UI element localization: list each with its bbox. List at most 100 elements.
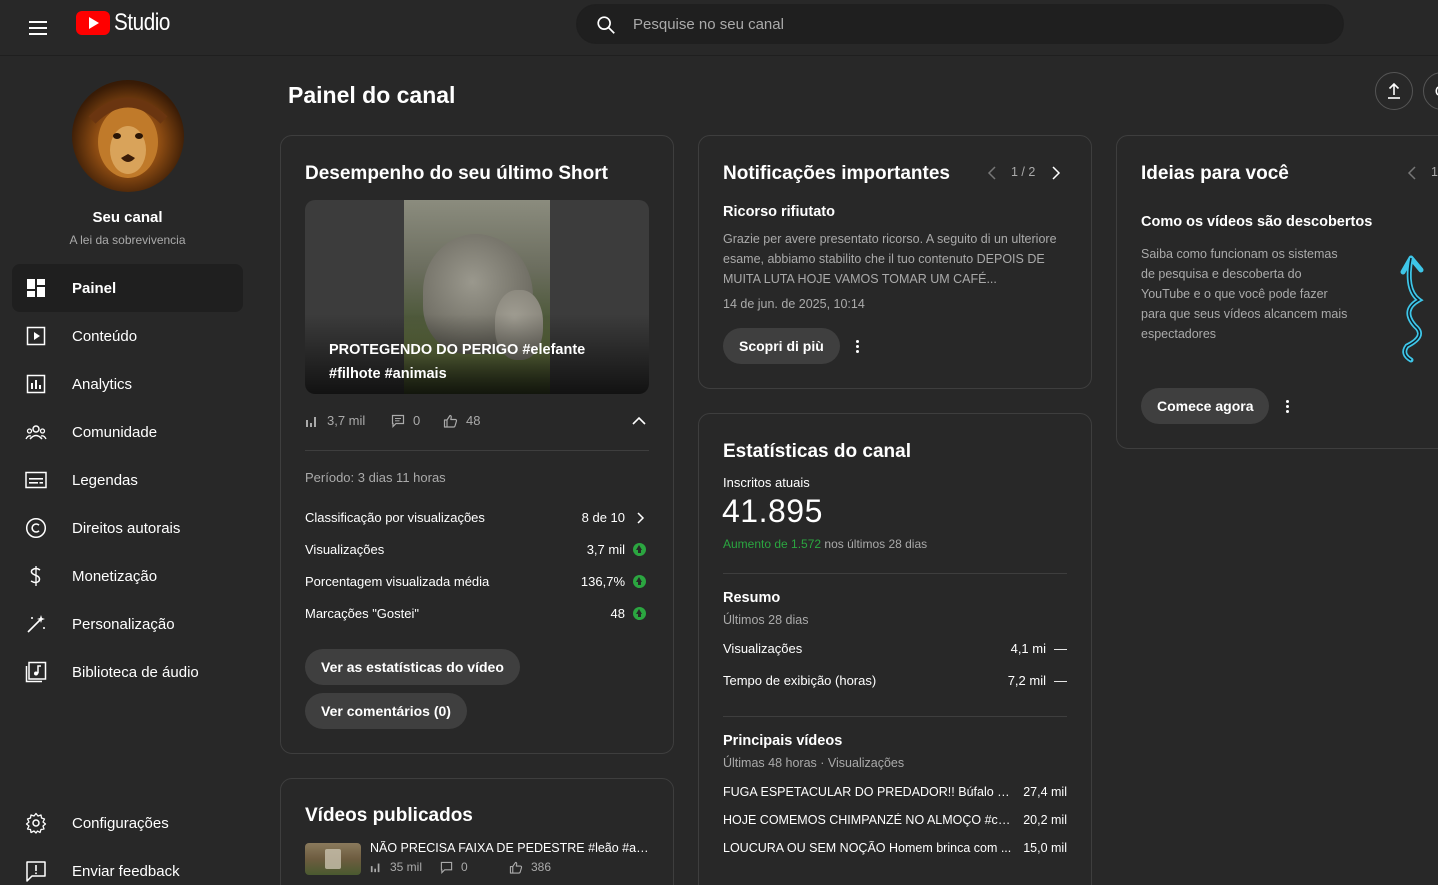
summary-value: 4,1 mi: [1010, 641, 1046, 656]
growth-highlight: Aumento de 1.572: [723, 537, 822, 551]
sidebar-item-label: Monetização: [72, 567, 158, 585]
subscribers-count: 41.895: [722, 493, 823, 529]
card-title: Estatísticas do canal: [723, 441, 911, 462]
discovery-illustration-icon: [1400, 255, 1424, 363]
likes-stat: 386: [509, 860, 551, 874]
notification-title: Ricorso rifiutato: [723, 204, 835, 220]
start-now-button[interactable]: Comece agora: [1141, 388, 1270, 424]
sidebar-item-legendas[interactable]: Legendas: [12, 456, 243, 504]
growth-rest: nos últimos 28 dias: [824, 537, 928, 551]
top-video-row[interactable]: LOUCURA OU SEM NOÇÃO Homem brinca com ..…: [723, 839, 1067, 859]
chevron-left-icon[interactable]: [985, 165, 999, 181]
learn-more-button[interactable]: Scopri di più: [723, 328, 840, 364]
more-options-icon[interactable]: [1275, 394, 1299, 418]
sidebar-item-label: Enviar feedback: [72, 862, 180, 880]
notification-date: 14 de jun. de 2025, 10:14: [723, 297, 865, 311]
sidebar-item-label: Comunidade: [72, 423, 158, 441]
card-title: Notificações importantes: [723, 163, 950, 184]
view-comments-button[interactable]: Ver comentários (0): [305, 693, 467, 729]
pager-text: 1: [1431, 165, 1438, 179]
top-video-views: 20,2 mil: [1023, 813, 1067, 827]
short-video-title: PROTEGENDO DO PERIGO #elefante #filhote …: [329, 342, 586, 382]
sidebar-item-direitos-autorais[interactable]: Direitos autorais: [12, 504, 243, 552]
metric-row-avg-viewed: Porcentagem visualizada média 136,7%: [305, 572, 649, 592]
chevron-left-icon[interactable]: [1405, 165, 1419, 181]
likes-value: 386: [531, 860, 552, 874]
sidebar: Seu canal A lei da sobrevivencia Painel …: [0, 57, 255, 885]
sidebar-item-monetizacao[interactable]: Monetização: [12, 552, 243, 600]
pager-text: 1 / 2: [1011, 165, 1036, 179]
top-video-title: HOJE COMEMOS CHIMPANZÉ NO ALMOÇO #ch...: [723, 813, 1013, 827]
sidebar-item-configuracoes[interactable]: Configurações: [12, 799, 243, 847]
trend-flat-icon: —: [1054, 673, 1067, 688]
subscribers-growth: Aumento de 1.572 nos últimos 28 dias: [723, 537, 927, 551]
comments-stat: 0: [440, 860, 468, 874]
idea-body: Saiba como funcionam os sistemas de pesq…: [1141, 247, 1348, 341]
comment-icon: [391, 414, 405, 428]
sidebar-item-personalizacao[interactable]: Personalização: [12, 600, 243, 648]
video-thumbnail[interactable]: [305, 843, 361, 875]
metric-label: Porcentagem visualizada média: [305, 574, 490, 589]
hamburger-menu-icon[interactable]: [18, 12, 58, 44]
channel-avatar[interactable]: [72, 80, 184, 192]
divider: [723, 573, 1067, 574]
metric-label: Marcações "Gostei": [305, 606, 419, 621]
channel-stats-card: Estatísticas do canal Inscritos atuais 4…: [698, 413, 1092, 885]
search-icon[interactable]: [595, 14, 617, 36]
sidebar-item-analytics[interactable]: Analytics: [12, 360, 243, 408]
sidebar-item-enviar-feedback[interactable]: Enviar feedback: [12, 847, 243, 885]
sidebar-item-label: Configurações: [72, 814, 169, 832]
upload-button[interactable]: [1375, 72, 1413, 110]
copyright-icon: [24, 516, 48, 540]
views-stat: 35 mil: [370, 860, 422, 874]
top-video-row[interactable]: HOJE COMEMOS CHIMPANZÉ NO ALMOÇO #ch... …: [723, 811, 1067, 831]
published-video-title[interactable]: NÃO PRECISA FAIXA DE PEDESTRE #leão #ani…: [370, 841, 652, 855]
chevron-right-icon: [637, 512, 645, 524]
top-video-views: 15,0 mil: [1023, 841, 1067, 855]
comments-value: 0: [461, 860, 468, 874]
metric-value: 8 de 10: [581, 510, 625, 525]
channel-subtitle: A lei da sobrevivencia: [69, 233, 186, 247]
metric-row-ranking[interactable]: Classificação por visualizações 8 de 10: [305, 508, 649, 528]
top-bar: Studio: [0, 0, 1438, 56]
short-thumbnail[interactable]: PROTEGENDO DO PERIGO #elefante #filhote …: [305, 200, 649, 394]
thumbs-up-icon: [443, 414, 458, 428]
analytics-icon: [24, 372, 48, 396]
search-input[interactable]: [633, 5, 1313, 43]
subtitles-icon: [24, 468, 48, 492]
sidebar-item-label: Painel: [72, 279, 117, 297]
sidebar-item-conteudo[interactable]: Conteúdo: [12, 312, 243, 360]
metric-value: 48: [610, 606, 625, 621]
search-bar: [576, 4, 1344, 44]
top-video-row[interactable]: FUGA ESPETACULAR DO PREDADOR!! Búfalo Cr…: [723, 783, 1067, 803]
views-value: 35 mil: [390, 860, 423, 874]
comments-stat: 0: [391, 413, 420, 428]
metric-row-likes: Marcações "Gostei" 48: [305, 604, 649, 624]
chevron-right-icon[interactable]: [1049, 165, 1063, 181]
sidebar-item-comunidade[interactable]: Comunidade: [12, 408, 243, 456]
card-title: Desempenho do seu último Short: [305, 163, 608, 184]
ideas-card: Ideias para você 1 Como os vídeos são de…: [1116, 135, 1438, 449]
likes-value: 48: [466, 413, 481, 428]
sidebar-item-biblioteca-audio[interactable]: Biblioteca de áudio: [12, 648, 243, 696]
divider: [305, 450, 649, 451]
live-icon: [1435, 86, 1438, 96]
more-options-icon[interactable]: [845, 334, 869, 358]
view-video-stats-button[interactable]: Ver as estatísticas do vídeo: [305, 649, 520, 685]
sidebar-item-label: Legendas: [72, 471, 138, 489]
metric-value: 136,7%: [580, 574, 625, 589]
published-videos-card: Vídeos publicados NÃO PRECISA FAIXA DE P…: [280, 778, 674, 885]
bar-chart-icon: [370, 863, 380, 873]
chevron-up-icon[interactable]: [631, 416, 647, 426]
bar-chart-icon: [306, 416, 316, 427]
dashboard-icon: [24, 276, 48, 300]
metric-label: Visualizações: [305, 542, 385, 557]
sidebar-item-label: Biblioteca de áudio: [72, 663, 199, 681]
channel-name: Seu canal: [92, 209, 163, 226]
live-button[interactable]: [1423, 72, 1438, 110]
upload-icon: [1388, 82, 1400, 99]
sidebar-item-painel[interactable]: Painel: [12, 264, 243, 312]
notifications-card: Notificações importantes 1 / 2 Ricorso r…: [698, 135, 1092, 389]
trend-up-icon: [633, 543, 646, 556]
studio-logo[interactable]: Studio: [76, 9, 179, 37]
